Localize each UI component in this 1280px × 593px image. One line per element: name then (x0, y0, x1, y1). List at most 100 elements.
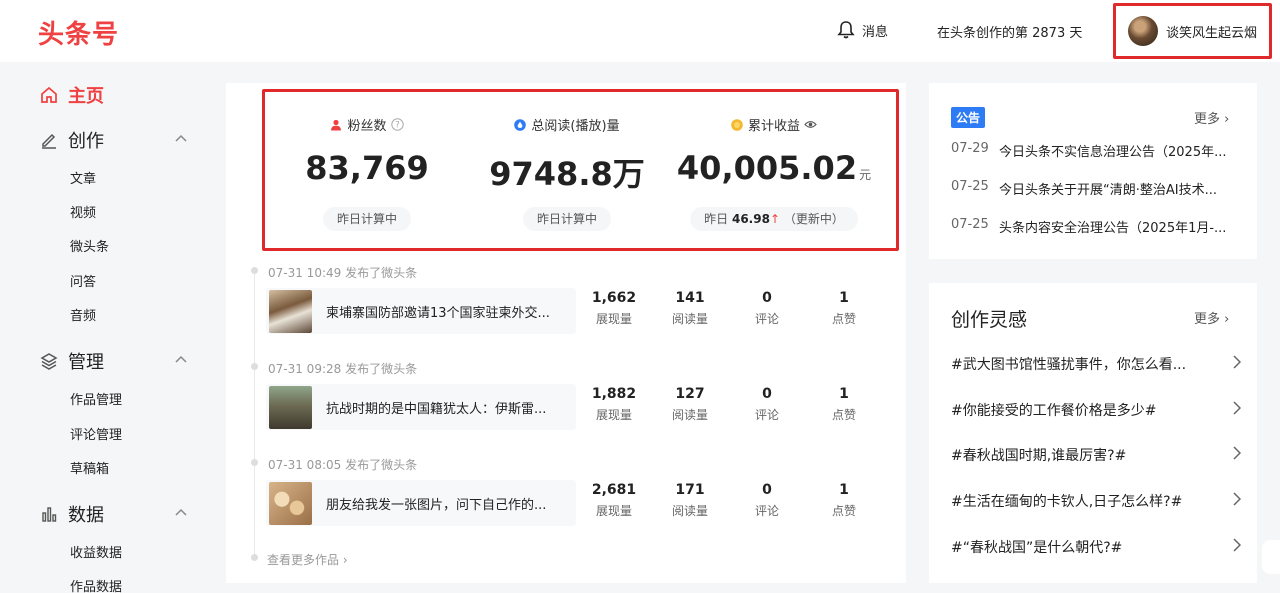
avatar (1128, 16, 1158, 46)
reads-value: 9748.8万 (489, 155, 645, 193)
topic-item[interactable]: #“春秋战国”是什么朝代?# (951, 537, 1241, 561)
sidebar-label-data: 数据 (68, 505, 104, 526)
topic-item[interactable]: #生活在缅甸的卡钦人,日子怎么样?# (951, 491, 1241, 515)
post-thumbnail (269, 289, 312, 333)
income-unit: 元 (859, 168, 872, 182)
topic-item[interactable]: #武大图书馆性骚扰事件，你怎么看... (951, 354, 1241, 378)
stats-overview: 粉丝数 ? 83,769 昨日计算中 总阅读(播放)量 9748.8万 昨日计算… (262, 89, 899, 251)
fans-yesterday: 昨日计算中 (322, 207, 412, 231)
post-time: 07-31 09:28 发布了微头条 (268, 362, 418, 376)
coin-icon (731, 118, 743, 131)
sidebar-label-home: 主页 (68, 86, 104, 107)
floating-help-button[interactable] (1262, 540, 1280, 574)
chevron-right-icon (1233, 492, 1241, 506)
post-title: 柬埔寨国防部邀请13个国家驻柬外交... (326, 305, 550, 321)
help-icon[interactable]: ? (390, 118, 404, 131)
sidebar-item-micro-post[interactable]: 微头条 (70, 236, 109, 255)
inspiration-more-link[interactable]: 更多 › (1194, 308, 1229, 327)
sidebar-item-manage[interactable]: 管理 (40, 348, 104, 374)
comments-metric: 0 评论 (754, 290, 779, 326)
timeline-dot (251, 459, 258, 466)
likes-metric: 1 点赞 (831, 386, 856, 422)
chevron-right-icon (1233, 538, 1241, 552)
bar-chart-icon (42, 507, 57, 522)
messages-button[interactable]: 消息 (836, 20, 888, 40)
timeline-dot (251, 267, 258, 274)
svg-text:?: ? (395, 121, 400, 131)
creation-days: 在头条创作的第 2873 天 (937, 26, 1083, 41)
drop-icon (514, 118, 527, 131)
inspiration-title: 创作灵感 (951, 309, 1028, 331)
notice-item[interactable]: 07-25 今日头条关于开展“清朗·整治AI技术... (951, 179, 1231, 198)
view-more-works-link[interactable]: 查看更多作品 › (267, 551, 348, 568)
notice-badge: 公告 (951, 107, 986, 128)
notice-item[interactable]: 07-29 今日头条不实信息治理公告（2025年... (951, 141, 1231, 160)
notice-item[interactable]: 07-25 头条内容安全治理公告（2025年1月-... (951, 217, 1231, 236)
sidebar-item-create[interactable]: 创作 (40, 127, 104, 153)
impressions-metric: 1,662 展现量 (591, 290, 637, 326)
post-card[interactable]: 柬埔寨国防部邀请13个国家驻柬外交... (266, 288, 576, 334)
sidebar-item-data[interactable]: 数据 (40, 501, 104, 527)
home-icon (41, 86, 57, 103)
sidebar-item-comments[interactable]: 评论管理 (70, 424, 122, 443)
sidebar-item-home[interactable]: 主页 (40, 82, 104, 108)
arrow-up-icon: ↑ (769, 212, 781, 226)
likes-metric: 1 点赞 (831, 482, 856, 518)
sidebar-item-income-data[interactable]: 收益数据 (70, 542, 122, 561)
chevron-up-icon[interactable] (175, 508, 187, 516)
notice-more-link[interactable]: 更多 › (1194, 108, 1229, 127)
person-icon (331, 119, 342, 130)
chevron-right-icon (1233, 446, 1241, 460)
sidebar-label-create: 创作 (68, 131, 104, 152)
user-menu[interactable]: 谈笑风生起云烟 (1113, 3, 1272, 59)
bell-icon (837, 21, 855, 39)
sidebar-item-works[interactable]: 作品管理 (70, 389, 122, 408)
income-value: 40,005.02 元 (676, 149, 872, 187)
income-yesterday-value: 46.98 (731, 212, 770, 226)
fans-value: 83,769 (305, 149, 429, 187)
chevron-up-icon[interactable] (175, 355, 187, 363)
comments-metric: 0 评论 (754, 386, 779, 422)
post-card[interactable]: 朋友给我发一张图片，问下自己作的... (266, 480, 576, 526)
sidebar-item-video[interactable]: 视频 (70, 202, 96, 221)
topic-item[interactable]: #春秋战国时期,谁最厉害?# (951, 445, 1241, 469)
username: 谈笑风生起云烟 (1166, 25, 1258, 41)
sidebar-item-audio[interactable]: 音频 (70, 305, 96, 324)
post-thumbnail (269, 481, 312, 525)
layers-icon (40, 353, 58, 370)
post-title: 抗战时期的是中国籍犹太人：伊斯雷... (326, 401, 547, 417)
likes-metric: 1 点赞 (831, 290, 856, 326)
post-time: 07-31 10:49 发布了微头条 (268, 266, 418, 280)
pen-icon (42, 133, 56, 149)
income-label: 累计收益 (747, 119, 800, 134)
fans-label: 粉丝数 (347, 119, 387, 134)
post-card[interactable]: 抗战时期的是中国籍犹太人：伊斯雷... (266, 384, 576, 430)
topic-item[interactable]: #你能接受的工作餐价格是多少# (951, 400, 1241, 424)
sidebar-item-drafts[interactable]: 草稿箱 (70, 458, 109, 477)
reads-metric: 127 阅读量 (671, 386, 708, 422)
sidebar-item-article[interactable]: 文章 (70, 168, 96, 187)
sidebar-item-qa[interactable]: 问答 (70, 271, 96, 290)
inspiration-panel: 创作灵感 更多 › #武大图书馆性骚扰事件，你怎么看... #你能接受的工作餐价… (929, 283, 1257, 583)
chevron-up-icon[interactable] (175, 134, 187, 142)
timeline-dot (251, 363, 258, 370)
reads-label: 总阅读(播放)量 (531, 119, 620, 134)
top-header: 头条号 消息 在头条创作的第 2873 天 谈笑风生起云烟 (0, 0, 1280, 62)
comments-metric: 0 评论 (754, 482, 779, 518)
sidebar: 主页 创作 文章 视频 微头条 问答 音频 管理 作品管理 评论管理 草稿箱 数… (0, 62, 210, 593)
post-thumbnail (269, 385, 312, 429)
chevron-right-icon (1233, 401, 1241, 415)
brand-logo[interactable]: 头条号 (38, 14, 119, 51)
reads-metric: 141 阅读量 (671, 290, 708, 326)
eye-icon[interactable] (804, 118, 817, 131)
messages-label: 消息 (862, 24, 889, 40)
post-title: 朋友给我发一张图片，问下自己作的... (326, 497, 547, 513)
impressions-metric: 2,681 展现量 (591, 482, 637, 518)
post-time: 07-31 08:05 发布了微头条 (268, 458, 418, 472)
timeline-dot (251, 554, 258, 561)
sidebar-item-works-data[interactable]: 作品数据 (70, 576, 122, 593)
impressions-metric: 1,882 展现量 (591, 386, 637, 422)
timeline-line (254, 270, 255, 558)
reads-metric: 171 阅读量 (671, 482, 708, 518)
reads-yesterday: 昨日计算中 (522, 207, 612, 231)
